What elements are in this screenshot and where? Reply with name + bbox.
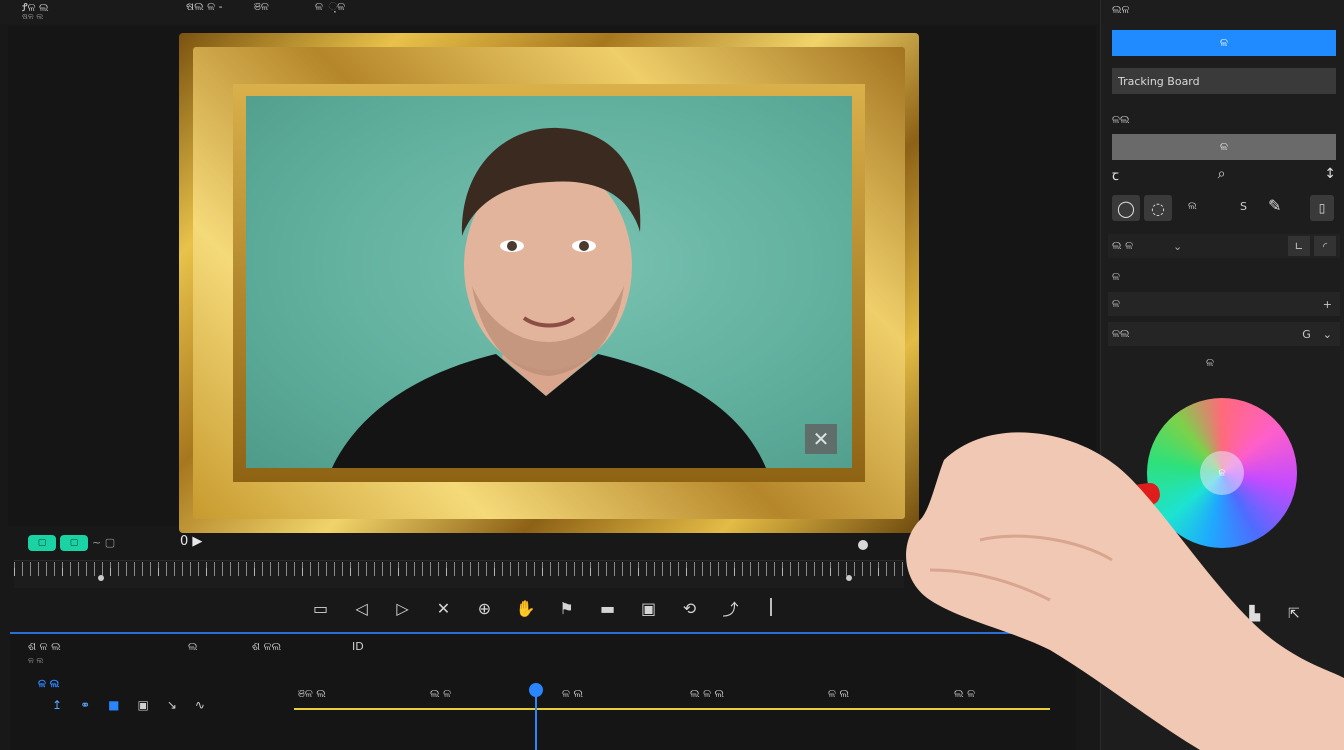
section-c-label: ଳ [1112, 270, 1120, 284]
track-save-icon[interactable]: ▣ [137, 698, 148, 712]
clip-label-5[interactable]: ଳ ଲ [828, 687, 849, 701]
corner-icon[interactable]: ∟ [1288, 236, 1310, 256]
field-c[interactable]: ଳଲ G ⌄ [1108, 322, 1340, 346]
text-tool-icon[interactable]: ꞇ [1112, 166, 1119, 188]
primary-action-button[interactable]: ଳ [1112, 30, 1336, 56]
dropdown-select[interactable]: ଲ ଳ ⌄ ∟ ◜ [1108, 234, 1340, 258]
columns-icon[interactable]: ▯ [1310, 195, 1334, 221]
hand-with-stylus [900, 420, 1344, 750]
color-wheel-title: ଳ [1206, 356, 1214, 370]
track-lock-icon[interactable]: ■ [108, 698, 119, 712]
portrait-image [246, 96, 852, 468]
marker-tag-b[interactable]: ▢ [60, 535, 88, 551]
height-icon[interactable]: ↕ [1324, 166, 1336, 188]
timeline-header-mid: ଲ [188, 640, 198, 654]
timeline-header-id: ID [352, 640, 364, 653]
toolbar-divider [770, 598, 772, 616]
ruler-out-handle[interactable] [846, 575, 852, 581]
add-icon[interactable]: + [1323, 298, 1332, 311]
field-b-label: ଳ [1112, 297, 1120, 311]
track-link-icon[interactable]: ⚭ [80, 698, 90, 712]
dropdown-value: ଲ ଳ [1112, 239, 1133, 253]
ruler-in-handle[interactable] [98, 575, 104, 581]
back-icon[interactable]: ◁ [341, 592, 382, 624]
edit-toolbar: ▭ ◁ ▷ ✕ ⊕ ✋ ⚑ ▬ ▣ ⟲ ⤴ [300, 592, 780, 624]
effects-icon[interactable]: ⊕ [464, 592, 505, 624]
portrait-person [246, 96, 852, 468]
g-icon[interactable]: G [1302, 328, 1311, 341]
clip-label-4[interactable]: ଲ ଳ ଲ [690, 687, 724, 701]
brush-icon[interactable]: ✎ [1268, 196, 1281, 215]
search-icon[interactable]: ⌕ [1218, 166, 1226, 188]
monitor-icon[interactable]: ▭ [300, 592, 341, 624]
crop-icon[interactable]: ▬ [587, 592, 628, 624]
link-icon[interactable]: ⤴ [710, 592, 751, 624]
ruler-major-ticks [14, 568, 904, 576]
section-b-label: ଳଲ [1112, 113, 1130, 127]
track-slash-icon[interactable]: ↘ [167, 698, 177, 712]
marker-tag-a[interactable]: ▢ [28, 535, 56, 551]
play-icon[interactable]: ▷ [382, 592, 423, 624]
field-b[interactable]: ଳ + [1108, 292, 1340, 316]
track-pin-icon[interactable]: ↥ [52, 698, 62, 712]
arc-icon[interactable]: ◜ [1314, 236, 1336, 256]
cut-icon[interactable]: ✕ [423, 592, 464, 624]
track-controls: ↥ ⚭ ■ ▣ ↘ ∿ [52, 698, 205, 712]
save-icon[interactable]: ▣ [628, 592, 669, 624]
blob-tool-icon[interactable]: ◌ [1144, 195, 1172, 221]
remove-overlay-button[interactable]: ✕ [805, 424, 837, 454]
mode-s-label: S [1240, 200, 1247, 213]
inspector-title: ଲଳ [1112, 3, 1130, 17]
playhead-handle[interactable] [529, 683, 543, 697]
ellipse-tool-icon[interactable]: ◯ [1112, 195, 1140, 221]
top-bar: Ꝭ଺ଳ ଲ ଷଳ ଲ ଷଲ ଳ - ଞଳ ଳ ଼ଳ [0, 0, 1100, 24]
field-c-label: ଳଲ [1112, 327, 1130, 341]
hand-icon[interactable]: ✋ [505, 592, 546, 624]
flag-icon[interactable]: ⚑ [546, 592, 587, 624]
track-label[interactable]: ଳ ଲ [38, 677, 59, 691]
clip-label-1[interactable]: ଞଳ ଲ [298, 687, 326, 701]
clip-label-2[interactable]: ଲ ଳ [430, 687, 451, 701]
chevron-down-icon[interactable]: ⌄ [1323, 328, 1332, 341]
menu-item-view[interactable]: ଳ ଼ଳ [315, 0, 345, 14]
align-tools: ꞇ ⌕ ↕ [1112, 166, 1336, 188]
menu-item-edit[interactable]: ଞଳ [254, 0, 269, 14]
mode-label: ଲ [1188, 201, 1197, 212]
app-subtitle: ଷଳ ଲ [22, 12, 43, 22]
timeline-header-left: ଶ ଳ ଲ [28, 640, 61, 654]
tracking-board-field[interactable]: Tracking Board [1112, 68, 1336, 94]
marker-out-icon[interactable] [858, 540, 868, 550]
timeline-header-sub: ଳ ଲ [28, 656, 43, 666]
chevron-down-icon: ⌄ [1173, 240, 1182, 253]
timeline-header-right: ଶ ଳଲ [252, 640, 281, 654]
time-label: ~ ▢ [92, 536, 115, 549]
play-marker[interactable]: 0 ▶ [180, 534, 202, 549]
clip-label-3[interactable]: ଳ ଲ [562, 687, 583, 701]
track-wave-icon[interactable]: ∿ [195, 698, 205, 712]
menu-item-file[interactable]: ଷଲ ଳ - [186, 0, 223, 14]
secondary-action-button[interactable]: ଳ [1112, 134, 1336, 160]
share-icon[interactable]: ⟲ [669, 592, 710, 624]
